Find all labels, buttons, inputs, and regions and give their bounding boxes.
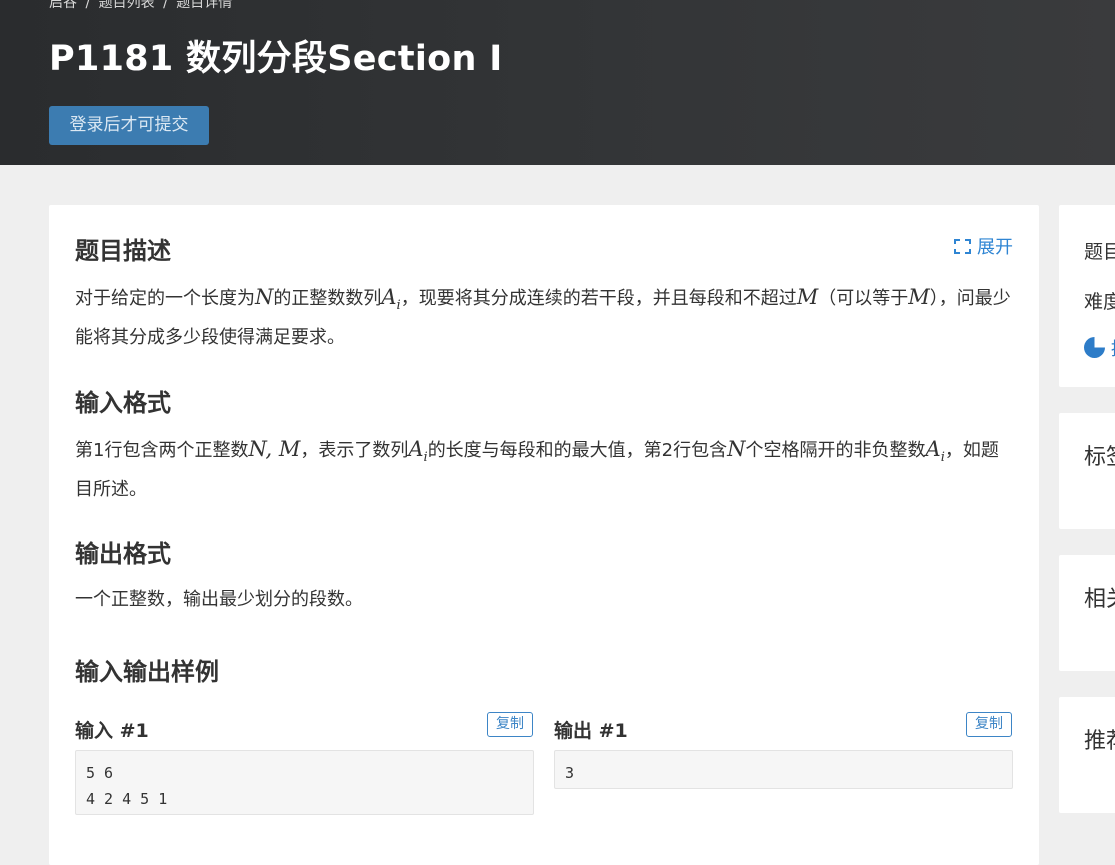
breadcrumb-separator: /	[163, 0, 168, 11]
recommend-card: 推荐	[1059, 697, 1115, 813]
expand-label: 展开	[977, 237, 1013, 258]
stats-link[interactable]: 提	[1111, 335, 1115, 361]
sample-input-label: 输入 #1	[75, 720, 149, 742]
submit-button[interactable]: 登录后才可提交	[49, 106, 209, 145]
output-format-heading: 输出格式	[75, 540, 171, 568]
related-heading: 相关	[1084, 587, 1115, 612]
page-title: P1181 数列分段Section I	[49, 39, 503, 79]
output-format-text: 一个正整数，输出最少划分的段数。	[75, 589, 363, 610]
samples-heading: 输入输出样例	[75, 658, 219, 686]
input-format-heading: 输入格式	[75, 389, 171, 417]
tags-heading: 标签	[1084, 445, 1115, 470]
sample-input-code: 5 6 4 2 4 5 1	[75, 750, 534, 815]
sample-output-code: 3	[554, 750, 1013, 789]
expand-icon	[954, 239, 971, 254]
problem-info-card: 题目 难度 提	[1059, 205, 1115, 387]
breadcrumb-current: 题目详情	[176, 0, 233, 11]
copy-input-button[interactable]: 复制	[487, 712, 533, 737]
breadcrumb: 启谷 / 题目列表 / 题目详情	[49, 0, 232, 12]
related-card: 相关	[1059, 555, 1115, 671]
input-format-text: 第1行包含两个正整数N, M，表示了数列Ai的长度与每段和的最大值，第2行包含N…	[75, 437, 999, 501]
breadcrumb-separator: /	[85, 0, 91, 11]
page-header: 启谷 / 题目列表 / 题目详情 P1181 数列分段Section I 登录后…	[0, 0, 1115, 165]
problem-content-card: 题目描述 展开 对于给定的一个长度为N的正整数数列Ai，现要将其分成连续的若干段…	[49, 205, 1039, 865]
expand-button[interactable]: 展开	[954, 233, 1013, 259]
breadcrumb-problem-list[interactable]: 题目列表	[99, 0, 155, 11]
problem-info-label: 题目	[1084, 241, 1115, 263]
description-text: 对于给定的一个长度为N的正整数数列Ai，现要将其分成连续的若干段，并且每段和不超…	[75, 285, 1011, 349]
description-heading: 题目描述	[75, 237, 171, 265]
sample-output-label: 输出 #1	[554, 720, 628, 742]
tags-card: 标签	[1059, 413, 1115, 529]
difficulty-label: 难度	[1084, 291, 1115, 313]
breadcrumb-home[interactable]: 启谷	[49, 0, 77, 11]
copy-output-button[interactable]: 复制	[966, 712, 1012, 737]
recommend-heading: 推荐	[1084, 729, 1115, 754]
pie-chart-icon	[1084, 337, 1105, 358]
